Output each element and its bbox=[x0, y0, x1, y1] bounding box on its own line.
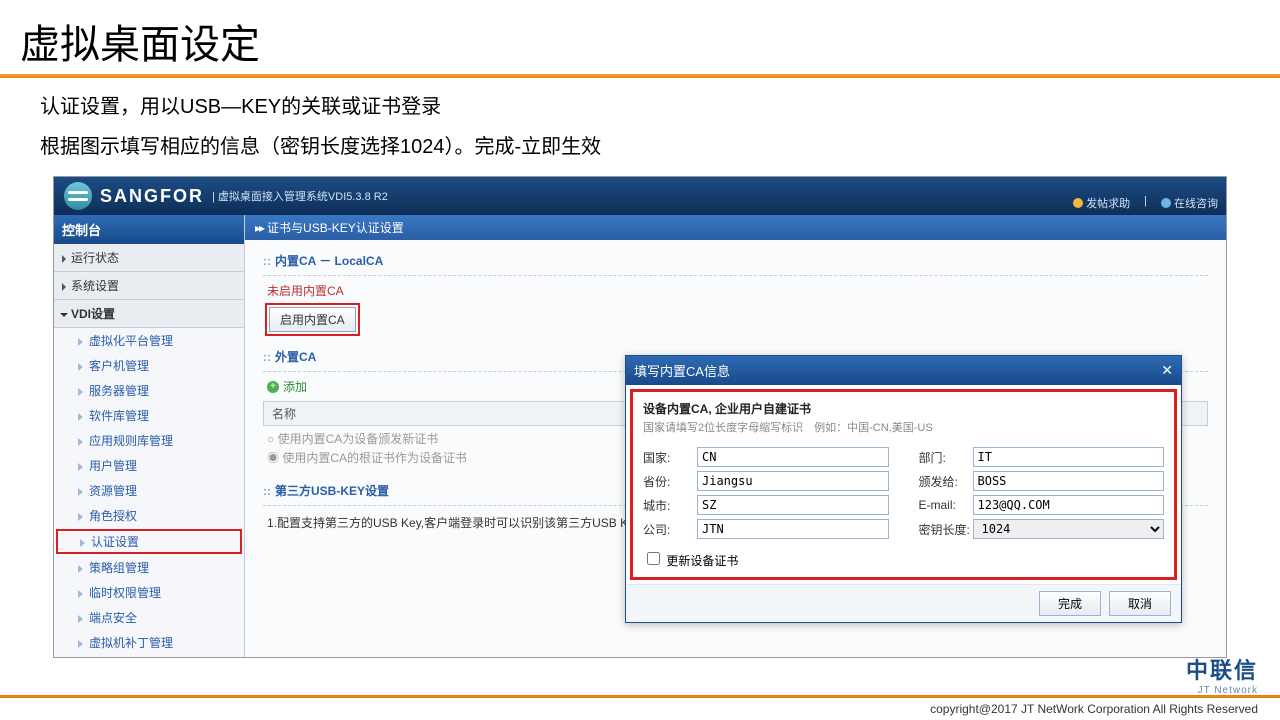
sidebar-item[interactable]: 虚拟机补丁管理 bbox=[54, 630, 244, 655]
divider bbox=[263, 275, 1208, 276]
bulb-icon bbox=[1073, 198, 1083, 208]
consult-link[interactable]: 在线咨询 bbox=[1161, 195, 1218, 211]
company-field[interactable] bbox=[697, 519, 889, 539]
label-dept: 部门: bbox=[919, 449, 973, 466]
email-field[interactable] bbox=[973, 495, 1165, 515]
brand-name: SANGFOR bbox=[100, 186, 204, 207]
sidebar-item[interactable]: 软件库管理 bbox=[54, 403, 244, 428]
sidebar-item[interactable]: 应用规则库管理 bbox=[54, 428, 244, 453]
sidebar-item[interactable]: 服务器管理 bbox=[54, 378, 244, 403]
sidebar-item[interactable]: 角色授权 bbox=[54, 503, 244, 528]
ok-button[interactable]: 完成 bbox=[1039, 591, 1101, 616]
sidebar: 控制台 运行状态 系统设置 VDI设置 虚拟化平台管理 客户机管理 服务器管理 … bbox=[54, 215, 245, 657]
label-country: 国家: bbox=[643, 449, 697, 466]
dialog-hint: 国家请填写2位长度字母缩写标识 例如：中国-CN,美国-US bbox=[643, 419, 1164, 435]
chat-icon bbox=[1161, 198, 1171, 208]
sidebar-item[interactable]: 端点安全 bbox=[54, 605, 244, 630]
ca-disabled-note: 未启用内置CA bbox=[245, 278, 1226, 303]
sidebar-item[interactable]: 临时权限管理 bbox=[54, 580, 244, 605]
sidebar-item-auth-settings[interactable]: 认证设置 bbox=[56, 529, 242, 554]
plus-icon: + bbox=[267, 381, 279, 393]
sidebar-group-status[interactable]: 运行状态 bbox=[54, 244, 244, 272]
brand-subtitle: | 虚拟桌面接入管理系统VDI5.3.8 R2 bbox=[212, 188, 388, 204]
cancel-button[interactable]: 取消 bbox=[1109, 591, 1171, 616]
enable-internal-ca-button[interactable]: 启用内置CA bbox=[269, 307, 356, 332]
dialog-subtitle: 设备内置CA, 企业用户自建证书 bbox=[643, 400, 1164, 417]
sidebar-item[interactable]: 策略组管理 bbox=[54, 555, 244, 580]
sidebar-item[interactable]: 资源管理 bbox=[54, 478, 244, 503]
dept-field[interactable] bbox=[973, 447, 1165, 467]
label-email: E-mail: bbox=[919, 498, 973, 512]
dialog-title: 填写内置CA信息 bbox=[634, 361, 730, 380]
label-keylen: 密钥长度: bbox=[919, 521, 973, 538]
ca-info-dialog: 填写内置CA信息 ✕ 设备内置CA, 企业用户自建证书 国家请填写2位长度字母缩… bbox=[625, 355, 1182, 623]
sidebar-group-system[interactable]: 系统设置 bbox=[54, 272, 244, 300]
footer-logo: 中联信 JT Network bbox=[1186, 653, 1258, 696]
sidebar-item[interactable]: 虚拟化平台管理 bbox=[54, 328, 244, 353]
divider bbox=[0, 74, 1280, 78]
brand-logo-icon bbox=[64, 182, 92, 210]
topbar: SANGFOR | 虚拟桌面接入管理系统VDI5.3.8 R2 发帖求助 | 在… bbox=[54, 177, 1226, 215]
label-issued: 颁发给: bbox=[919, 473, 973, 490]
issued-to-field[interactable] bbox=[973, 471, 1165, 491]
slide-title: 虚拟桌面设定 bbox=[0, 0, 1280, 74]
province-field[interactable] bbox=[697, 471, 889, 491]
label-company: 公司: bbox=[643, 521, 697, 538]
sidebar-title: 控制台 bbox=[54, 215, 244, 244]
key-length-select[interactable]: 1024 bbox=[973, 519, 1165, 539]
copyright: copyright@2017 JT NetWork Corporation Al… bbox=[930, 702, 1258, 716]
update-cert-label: 更新设备证书 bbox=[666, 554, 738, 568]
city-field[interactable] bbox=[697, 495, 889, 515]
divider bbox=[0, 695, 1280, 698]
help-link[interactable]: 发帖求助 bbox=[1073, 195, 1130, 211]
country-field[interactable] bbox=[697, 447, 889, 467]
app-window: SANGFOR | 虚拟桌面接入管理系统VDI5.3.8 R2 发帖求助 | 在… bbox=[53, 176, 1227, 658]
sidebar-group-vdi[interactable]: VDI设置 bbox=[54, 300, 244, 328]
section-internal-ca: ::内置CA － LocalCA bbox=[245, 240, 1226, 273]
slide-desc-2: 根据图示填写相应的信息（密钥长度选择1024）。完成-立即生效 bbox=[0, 128, 1280, 168]
highlight-box: 启用内置CA bbox=[265, 303, 360, 336]
slide-desc-1: 认证设置，用以USB—KEY的关联或证书登录 bbox=[0, 88, 1280, 128]
sidebar-item[interactable]: 客户机管理 bbox=[54, 353, 244, 378]
close-icon[interactable]: ✕ bbox=[1161, 362, 1173, 379]
main-panel: ▸▸证书与USB-KEY认证设置 ::内置CA － LocalCA 未启用内置C… bbox=[245, 215, 1226, 657]
update-cert-checkbox[interactable] bbox=[647, 552, 660, 565]
breadcrumb: ▸▸证书与USB-KEY认证设置 bbox=[245, 215, 1226, 240]
label-city: 城市: bbox=[643, 497, 697, 514]
sidebar-item[interactable]: 用户管理 bbox=[54, 453, 244, 478]
label-province: 省份: bbox=[643, 473, 697, 490]
